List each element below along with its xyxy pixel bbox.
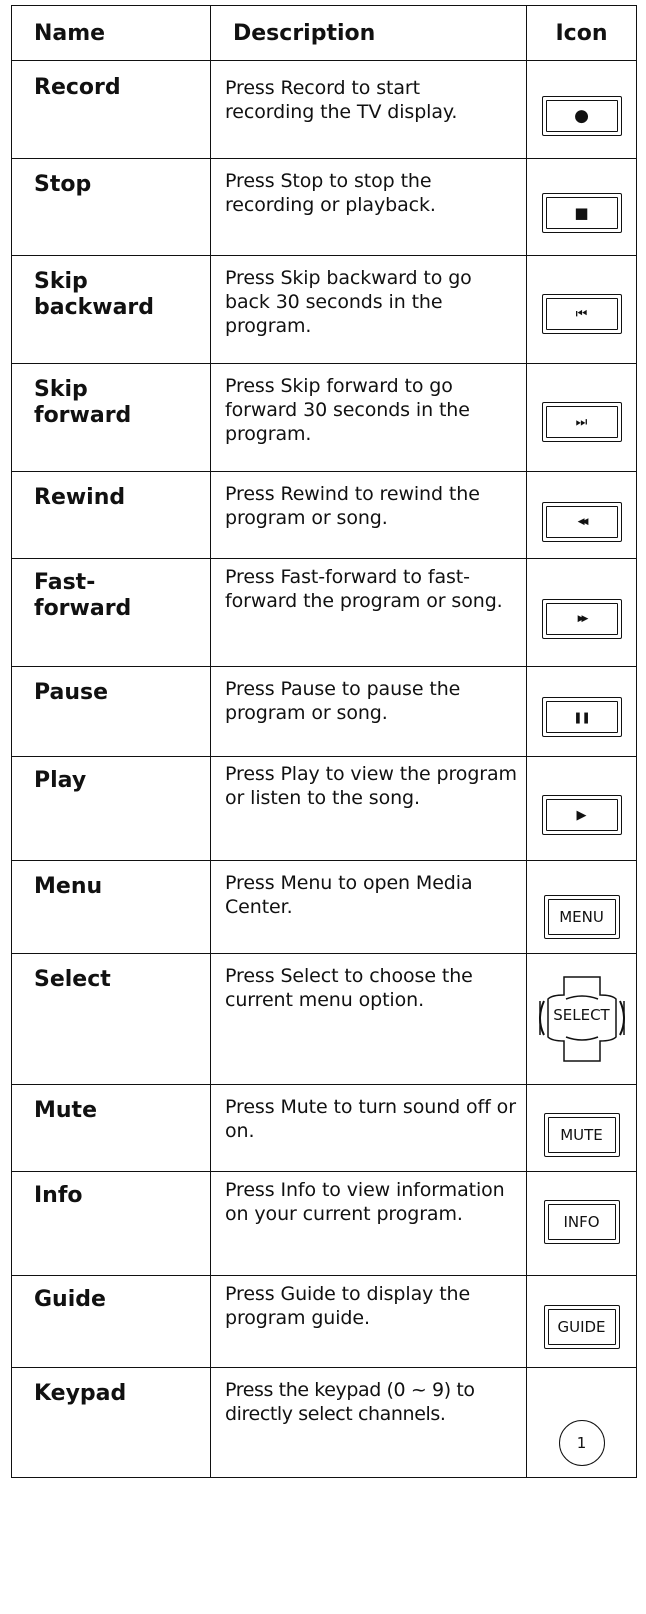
button-name: Pause: [34, 680, 109, 705]
button-description: Press Skip forward to go forward 30 seco…: [225, 375, 470, 445]
column-header-name: Name: [11, 5, 211, 61]
guide-button-icon: GUIDE: [543, 1305, 620, 1349]
button-name: Skip forward: [34, 377, 132, 428]
table-row: Record Press Record to start recording t…: [11, 60, 637, 159]
column-header-description: Description: [210, 5, 527, 61]
button-description: Press Play to view the program or listen…: [225, 763, 517, 809]
fast-forward-icon: ▶▶: [541, 599, 622, 639]
button-name: Mute: [34, 1098, 97, 1123]
table-row: Guide Press Guide to display the program…: [11, 1275, 637, 1368]
keypad-key-icon: 1: [558, 1420, 605, 1466]
button-description: Press Rewind to rewind the program or so…: [225, 483, 480, 529]
button-name: Play: [34, 768, 87, 793]
button-description: Press Record to start recording the TV d…: [225, 77, 458, 123]
button-description: Press Guide to display the program guide…: [225, 1283, 471, 1329]
button-description: Press Fast-forward to fast-forward the p…: [225, 566, 503, 612]
button-name: Fast-forward: [34, 570, 132, 621]
button-description: Press Stop to stop the recording or play…: [225, 170, 436, 216]
info-button-icon: INFO: [543, 1200, 620, 1244]
button-name: Menu: [34, 874, 103, 899]
table-row: Rewind Press Rewind to rewind the progra…: [11, 471, 637, 559]
table-row: Mute Press Mute to turn sound off or on.…: [11, 1084, 637, 1172]
skip-backward-icon: ⏮: [541, 294, 622, 334]
stop-icon: ■: [541, 193, 622, 233]
mute-button-icon: MUTE: [543, 1113, 620, 1157]
table-row: Keypad Press the keypad (0 ~ 9) to direc…: [11, 1367, 637, 1478]
button-description: Press Pause to pause the program or song…: [225, 678, 461, 724]
column-header-icon: Icon: [526, 5, 637, 61]
button-description: Press Select to choose the current menu …: [225, 965, 473, 1011]
button-description: Press Mute to turn sound off or on.: [225, 1096, 516, 1142]
button-description: Press the keypad (0 ~ 9) to directly sel…: [225, 1379, 475, 1425]
table-row: Play Press Play to view the program or l…: [11, 756, 637, 861]
table-header-row: Name Description Icon: [11, 5, 637, 61]
pause-icon: ❚❚: [541, 697, 622, 737]
table-row: Fast-forward Press Fast-forward to fast-…: [11, 558, 637, 667]
rewind-icon: ◀◀: [541, 502, 622, 542]
button-name: Record: [34, 75, 121, 100]
menu-button-icon: MENU: [543, 895, 620, 939]
table-row: Stop Press Stop to stop the recording or…: [11, 158, 637, 256]
table-row: Info Press Info to view information on y…: [11, 1171, 637, 1276]
table-row: Pause Press Pause to pause the program o…: [11, 666, 637, 757]
record-icon: ●: [541, 96, 622, 136]
table-row: Skip forward Press Skip forward to go fo…: [11, 363, 637, 472]
button-name: Rewind: [34, 485, 126, 510]
button-name: Stop: [34, 172, 92, 197]
button-description: Press Skip backward to go back 30 second…: [225, 267, 472, 337]
button-description: Press Info to view information on your c…: [225, 1179, 505, 1225]
play-icon: ▶: [541, 795, 622, 835]
button-name: Guide: [34, 1287, 106, 1312]
table-row: Menu Press Menu to open Media Center. ME…: [11, 860, 637, 954]
button-name: Keypad: [34, 1381, 127, 1406]
table-row: Skip backward Press Skip backward to go …: [11, 255, 637, 364]
skip-forward-icon: ⏭: [541, 402, 622, 442]
button-name: Select: [34, 967, 111, 992]
remote-buttons-table: Name Description Icon Record Press Recor…: [11, 5, 637, 1478]
button-description: Press Menu to open Media Center.: [225, 872, 473, 918]
button-name: Skip backward: [34, 269, 155, 320]
table-row: Select Press Select to choose the curren…: [11, 953, 637, 1085]
select-dpad-icon: SELECT: [530, 973, 634, 1065]
button-name: Info: [34, 1183, 83, 1208]
